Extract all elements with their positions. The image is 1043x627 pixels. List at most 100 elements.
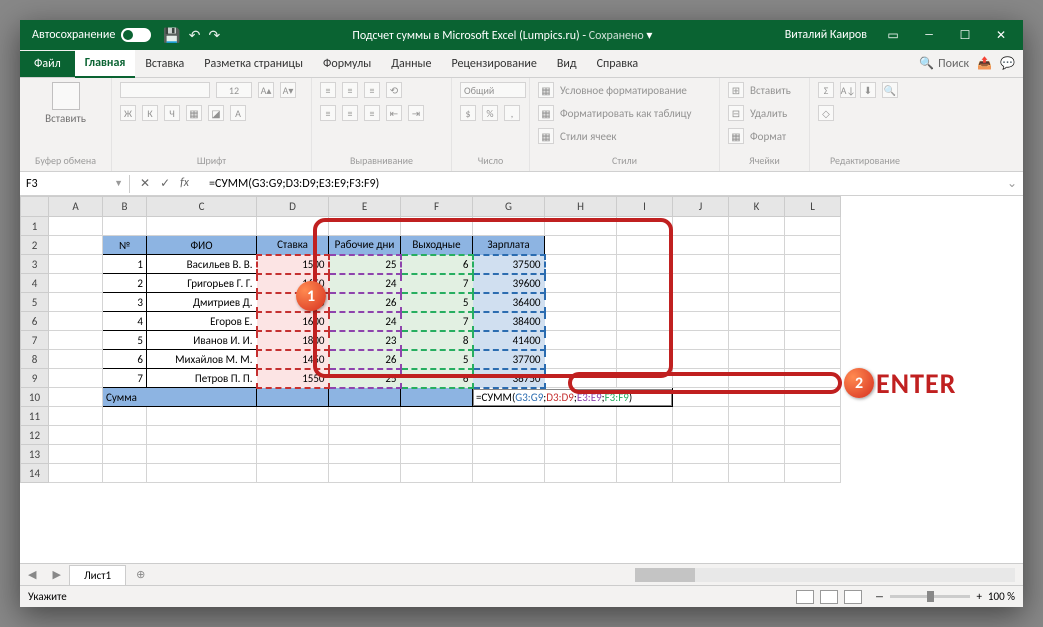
- cell-E-4[interactable]: 24: [329, 274, 401, 293]
- cell-D-3[interactable]: 1500: [257, 255, 329, 274]
- cell-B-11[interactable]: [103, 407, 147, 426]
- decrease-font-icon[interactable]: A▾: [280, 82, 296, 98]
- cell-K-10[interactable]: [729, 388, 785, 407]
- horizontal-scrollbar[interactable]: [635, 568, 1015, 582]
- page-layout-view-icon[interactable]: [820, 590, 838, 604]
- cell-I-7[interactable]: [617, 331, 673, 350]
- cell-D-11[interactable]: [257, 407, 329, 426]
- row-header-14[interactable]: 14: [21, 464, 49, 483]
- format-cells-button[interactable]: ▦Формат: [728, 128, 786, 144]
- cell-K-6[interactable]: [729, 312, 785, 331]
- col-header-A[interactable]: A: [49, 197, 103, 217]
- align-left-icon[interactable]: ≡: [320, 105, 336, 121]
- cell-K-9[interactable]: [729, 369, 785, 388]
- comma-icon[interactable]: ,: [504, 105, 520, 121]
- cell-E-14[interactable]: [329, 464, 401, 483]
- cell-E-7[interactable]: 23: [329, 331, 401, 350]
- cell-A-14[interactable]: [49, 464, 103, 483]
- cell-I-13[interactable]: [617, 445, 673, 464]
- cell-G-4[interactable]: 39600: [473, 274, 545, 293]
- sheet-nav-next[interactable]: ▶: [44, 568, 68, 581]
- cell-C-6[interactable]: Егоров Е.: [147, 312, 257, 331]
- cell-D-13[interactable]: [257, 445, 329, 464]
- tab-file[interactable]: Файл: [20, 51, 75, 77]
- save-icon[interactable]: 💾: [163, 27, 180, 44]
- cell-I-11[interactable]: [617, 407, 673, 426]
- cell-E-5[interactable]: 26: [329, 293, 401, 312]
- cell-styles-button[interactable]: ▦Стили ячеек: [538, 128, 617, 144]
- cell-E-11[interactable]: [329, 407, 401, 426]
- conditional-formatting-button[interactable]: ▦Условное форматирование: [538, 82, 687, 98]
- col-header-J[interactable]: J: [673, 197, 729, 217]
- cell-G-13[interactable]: [473, 445, 545, 464]
- cell-K-8[interactable]: [729, 350, 785, 369]
- font-color-button[interactable]: A: [230, 105, 246, 121]
- cell-F-4[interactable]: 7: [401, 274, 473, 293]
- cell-I-8[interactable]: [617, 350, 673, 369]
- cell-D-9[interactable]: 1550: [257, 369, 329, 388]
- cell-F-8[interactable]: 5: [401, 350, 473, 369]
- cell-G-7[interactable]: 41400: [473, 331, 545, 350]
- cell-D-7[interactable]: 1800: [257, 331, 329, 350]
- cell-E-6[interactable]: 24: [329, 312, 401, 331]
- new-sheet-button[interactable]: ⊕: [126, 568, 155, 581]
- cell-C-4[interactable]: Григорьев Г. Г.: [147, 274, 257, 293]
- cell-B-4[interactable]: 2: [103, 274, 147, 293]
- cell-J-6[interactable]: [673, 312, 729, 331]
- col-header-K[interactable]: K: [729, 197, 785, 217]
- cell-B-9[interactable]: 7: [103, 369, 147, 388]
- tab-review[interactable]: Рецензирование: [442, 51, 547, 77]
- cell-L-2[interactable]: [785, 236, 841, 255]
- cell-H-7[interactable]: [545, 331, 617, 350]
- align-top-icon[interactable]: ≡: [320, 82, 336, 98]
- font-family-dropdown[interactable]: [120, 82, 210, 98]
- cell-J-9[interactable]: [673, 369, 729, 388]
- cell-K-5[interactable]: [729, 293, 785, 312]
- sheet-nav-prev[interactable]: ◀: [20, 568, 44, 581]
- delete-cells-button[interactable]: ⊟Удалить: [728, 105, 787, 121]
- font-size-dropdown[interactable]: 12: [216, 82, 252, 98]
- cell-E-12[interactable]: [329, 426, 401, 445]
- tab-help[interactable]: Справка: [587, 51, 649, 77]
- undo-icon[interactable]: ↶: [189, 27, 201, 44]
- format-as-table-button[interactable]: ▦Форматировать как таблицу: [538, 105, 692, 121]
- fill-icon[interactable]: ⬇: [860, 82, 876, 98]
- cell-B-12[interactable]: [103, 426, 147, 445]
- cell-J-5[interactable]: [673, 293, 729, 312]
- percent-icon[interactable]: %: [482, 105, 498, 121]
- close-button[interactable]: ✕: [983, 20, 1019, 50]
- cell-A-4[interactable]: [49, 274, 103, 293]
- row-header-2[interactable]: 2: [21, 236, 49, 255]
- row-header-13[interactable]: 13: [21, 445, 49, 464]
- cell-F-2[interactable]: Выходные: [401, 236, 473, 255]
- autosum-icon[interactable]: Σ: [818, 82, 834, 98]
- cell-E-10[interactable]: [329, 388, 401, 407]
- cell-I-4[interactable]: [617, 274, 673, 293]
- tab-data[interactable]: Данные: [381, 51, 441, 77]
- cell-K-7[interactable]: [729, 331, 785, 350]
- orientation-icon[interactable]: ⟲: [386, 82, 402, 98]
- normal-view-icon[interactable]: [796, 590, 814, 604]
- sheet-tab-1[interactable]: Лист1: [69, 565, 126, 585]
- cell-K-13[interactable]: [729, 445, 785, 464]
- cell-J-7[interactable]: [673, 331, 729, 350]
- maximize-button[interactable]: ☐: [947, 20, 983, 50]
- clear-icon[interactable]: ◇: [818, 105, 834, 121]
- cell-D-12[interactable]: [257, 426, 329, 445]
- row-header-4[interactable]: 4: [21, 274, 49, 293]
- col-header-G[interactable]: G: [473, 197, 545, 217]
- paste-button[interactable]: Вставить: [28, 82, 103, 125]
- tab-formulas[interactable]: Формулы: [313, 51, 381, 77]
- cell-B-5[interactable]: 3: [103, 293, 147, 312]
- find-icon[interactable]: 🔍: [882, 82, 898, 98]
- cell-A-12[interactable]: [49, 426, 103, 445]
- cell-B-2[interactable]: №: [103, 236, 147, 255]
- border-button[interactable]: ▦: [186, 105, 202, 121]
- name-box[interactable]: F3▼: [20, 175, 130, 193]
- cell-B-1[interactable]: [103, 217, 147, 236]
- number-format-dropdown[interactable]: Общий: [460, 82, 526, 98]
- worksheet-grid[interactable]: ABCDEFGHIJKL12№ФИОСтавкаРабочие дниВыход…: [20, 196, 1023, 563]
- cell-F-7[interactable]: 8: [401, 331, 473, 350]
- cell-F-5[interactable]: 5: [401, 293, 473, 312]
- cell-I-12[interactable]: [617, 426, 673, 445]
